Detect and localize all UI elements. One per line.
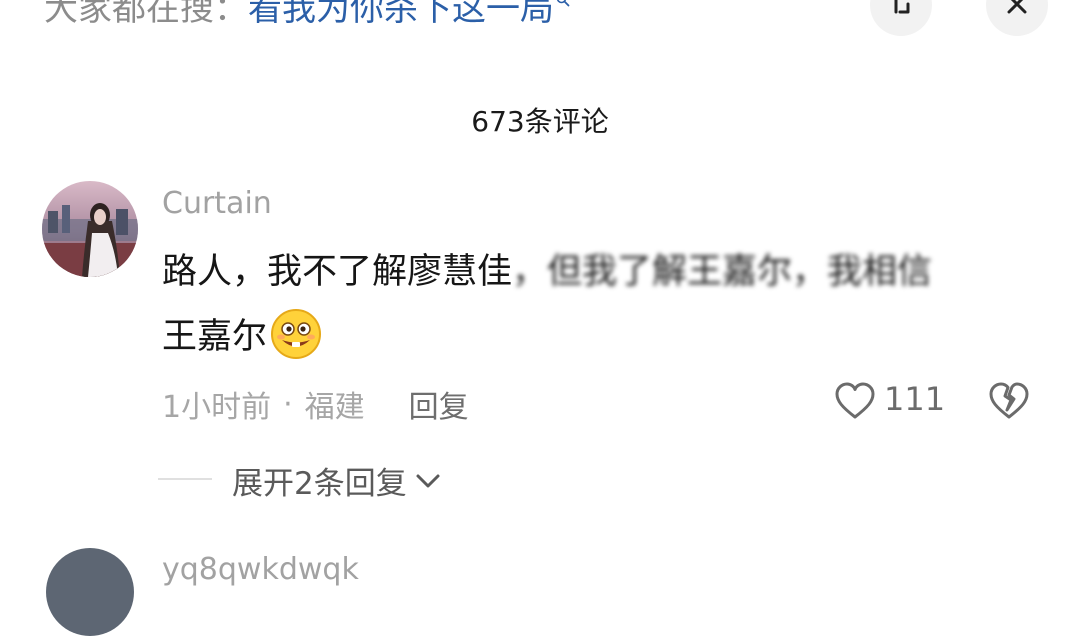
broken-heart-icon[interactable] (988, 382, 1030, 420)
next-comment-avatar[interactable] (46, 548, 134, 636)
comment-text-part1: 路人，我不了解廖慧佳 (162, 252, 513, 292)
like-count: 111 (884, 380, 946, 418)
reply-button[interactable]: 回复 (409, 382, 469, 426)
grinning-emoji-icon (271, 309, 322, 359)
comment-username[interactable]: Curtain (162, 186, 272, 221)
collapse-icon (894, 0, 910, 14)
avatar-image (42, 181, 138, 277)
close-icon (1007, 0, 1027, 14)
search-suggestion-term[interactable]: 看我为你杀下这一局 (248, 0, 554, 30)
comment-text: 路人，我不了解廖慧佳，但我了解王嘉尔，我相信 王嘉尔 (162, 240, 1042, 370)
expand-replies-button[interactable]: 展开2条回复 (232, 458, 441, 503)
search-suggestion[interactable]: 大家都在搜： 看我为你杀下这一局 (44, 0, 570, 32)
comment-meta: 1小时前 · 福建 回复 (162, 382, 469, 426)
comment-text-part2: ，但我了解王嘉尔，我相信 (512, 252, 933, 292)
close-button[interactable] (986, 0, 1048, 36)
search-suggestion-prefix: 大家都在搜： (44, 0, 248, 29)
expand-replies-label: 展开2条回复 (232, 466, 407, 502)
comment-text-part3: 王嘉尔 (162, 317, 268, 357)
meta-separator: · (283, 386, 293, 422)
comment-location: 福建 (304, 390, 365, 425)
collapse-button[interactable] (870, 0, 932, 36)
heart-icon[interactable] (834, 382, 876, 420)
avatar[interactable] (42, 181, 138, 277)
search-icon (556, 0, 570, 7)
expand-divider (158, 478, 212, 480)
chevron-down-icon (416, 474, 440, 487)
comment-time: 1小时前 (162, 390, 272, 425)
comment-count-title: 673条评论 (471, 105, 609, 138)
